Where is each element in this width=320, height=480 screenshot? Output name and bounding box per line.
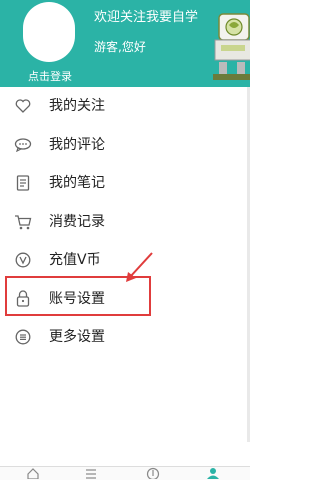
comment-icon bbox=[14, 136, 32, 154]
cart-icon bbox=[14, 213, 32, 231]
avatar[interactable] bbox=[23, 2, 75, 62]
profile-icon[interactable] bbox=[206, 467, 220, 479]
welcome-text: 欢迎关注我要自学 bbox=[94, 10, 199, 25]
menu-item-label: 充值V币 bbox=[49, 252, 101, 269]
menu-item-label: 消费记录 bbox=[49, 213, 105, 230]
arrow-icon bbox=[126, 252, 153, 282]
menu-item-label: 我的笔记 bbox=[49, 175, 105, 192]
menu-item-more-settings[interactable]: 更多设置 bbox=[0, 318, 250, 357]
menu-item-follow[interactable]: 我的关注 bbox=[0, 87, 250, 126]
mascot-robot-icon bbox=[213, 13, 250, 80]
bottom-tab-bar bbox=[0, 466, 250, 480]
scroll-edge bbox=[247, 87, 250, 442]
more-settings-icon bbox=[14, 328, 32, 346]
recharge-icon bbox=[14, 251, 32, 269]
menu-item-label: 我的关注 bbox=[49, 98, 105, 115]
side-menu: 我的关注 我的评论 我的笔记 消费记录 充值V币 账号设置 更多设置 bbox=[0, 87, 250, 357]
login-link[interactable]: 点击登录 bbox=[28, 70, 72, 84]
menu-item-notes[interactable]: 我的笔记 bbox=[0, 164, 250, 203]
guest-greeting: 游客,您好 bbox=[94, 40, 146, 54]
profile-header: 点击登录 欢迎关注我要自学 游客,您好 bbox=[0, 0, 250, 87]
menu-item-label: 更多设置 bbox=[49, 329, 105, 346]
home-icon[interactable] bbox=[26, 467, 40, 479]
menu-item-comments[interactable]: 我的评论 bbox=[0, 126, 250, 165]
menu-item-purchases[interactable]: 消费记录 bbox=[0, 203, 250, 242]
download-icon[interactable] bbox=[146, 467, 160, 479]
note-icon bbox=[14, 174, 32, 192]
list-icon[interactable] bbox=[84, 467, 98, 479]
menu-item-label: 我的评论 bbox=[49, 136, 105, 153]
heart-icon bbox=[14, 97, 32, 115]
